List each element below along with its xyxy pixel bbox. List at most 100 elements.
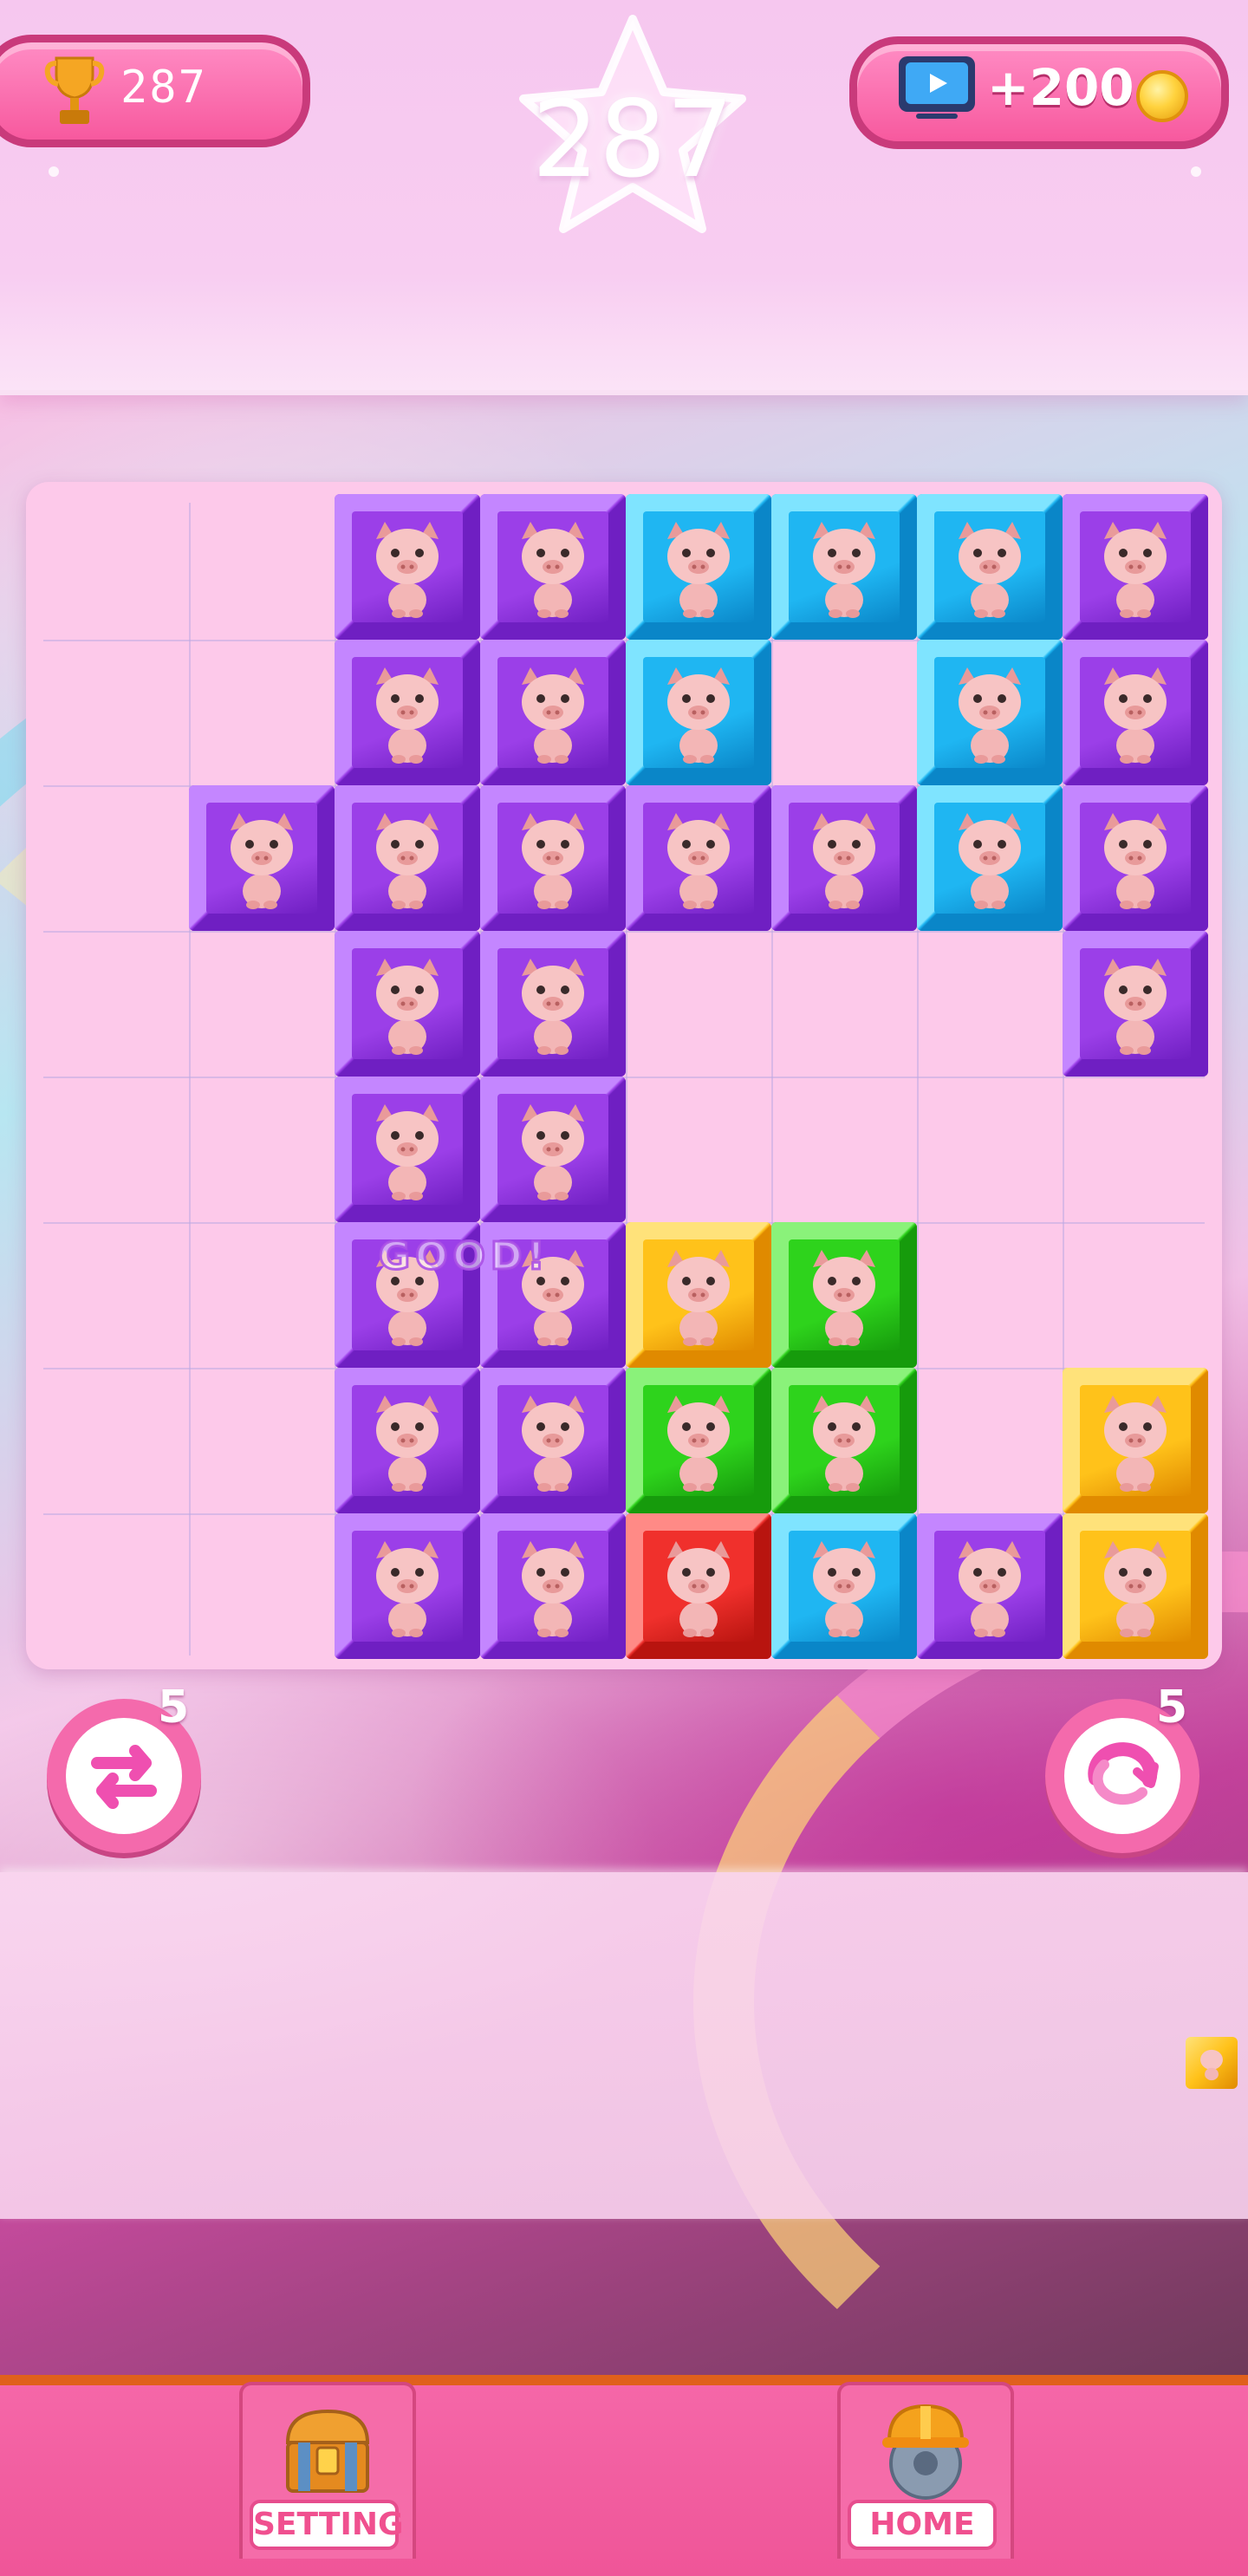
pig-icon [1104,1395,1167,1492]
hardhat-saw-icon [882,2404,969,2500]
block-tile-yellow [1063,1513,1208,1659]
block-tile-blue [626,640,771,785]
block-tile-purple [335,1368,480,1513]
block-tile-purple [917,1513,1063,1659]
piece-tray[interactable] [0,1872,1248,2219]
pig-icon [959,1541,1021,1637]
coin-icon [1136,70,1188,122]
block-tile-purple [335,1513,480,1659]
block-tile-purple [480,931,626,1077]
pig-icon [667,522,730,618]
pig-icon [959,667,1021,764]
pig-icon [522,522,584,618]
block-tile-blue [626,494,771,640]
pig-icon [959,522,1021,618]
pig-icon [959,813,1021,909]
setting-label: SETTING [250,2500,404,2550]
home-button[interactable]: HOME [837,2382,1014,2559]
pig-icon [376,667,439,764]
block-tile-purple [480,494,626,640]
pig-icon [522,959,584,1055]
pig-icon [1104,522,1167,618]
game-board[interactable]: GOOD! [26,482,1222,1669]
block-tile-purple [335,931,480,1077]
top-bar: 287 287 +200 [0,0,1248,395]
pig-icon [522,667,584,764]
reward-amount: +200 [987,58,1134,117]
block-tile-purple [480,640,626,785]
pig-icon [1104,959,1167,1055]
block-tile-green [771,1222,917,1368]
pig-icon [667,1395,730,1492]
score-star: 287 [511,9,754,269]
block-tile-purple [189,785,335,931]
block-tile-purple [335,785,480,931]
combo-text: GOOD! [378,1233,550,1280]
pig-icon [376,1395,439,1492]
block-tile-purple [335,1077,480,1222]
pig-icon [376,959,439,1055]
grid-line [189,503,191,1656]
pig-icon [813,1541,875,1637]
pig-icon [376,813,439,909]
home-label: HOME [848,2500,997,2550]
treasure-chest-icon [285,2409,370,2493]
pig-icon [813,1395,875,1492]
block-tile-blue [917,785,1063,931]
pig-icon [522,813,584,909]
block-tile-blue [771,494,917,640]
bottom-nav [0,2375,1248,2576]
block-tile-purple [335,494,480,640]
rotate-count: 5 [1156,1682,1188,1734]
block-tile-blue [771,1513,917,1659]
setting-button[interactable]: SETTING [239,2382,416,2559]
pig-icon [1104,1541,1167,1637]
pig-icon [667,813,730,909]
block-tile-yellow [1063,1368,1208,1513]
block-tile-purple [480,1368,626,1513]
block-tile-blue [917,494,1063,640]
block-tile-red [626,1513,771,1659]
block-tile-purple [335,640,480,785]
block-tile-purple [480,1077,626,1222]
block-tile-purple [480,785,626,931]
pig-icon [813,522,875,618]
tray-piece[interactable] [1186,2037,1238,2089]
best-score-value: 287 [120,62,207,114]
block-tile-yellow [626,1222,771,1368]
trophy-icon [44,56,105,124]
pig-icon [813,813,875,909]
pig-icon [667,1541,730,1637]
swap-arrows-icon [91,1745,157,1809]
pig-icon [522,1395,584,1492]
block-tile-blue [917,640,1063,785]
block-tile-green [771,1368,917,1513]
swap-count: 5 [158,1682,190,1734]
pig-icon [376,1541,439,1637]
pig-icon [376,522,439,618]
best-score-badge: 287 [0,35,310,147]
block-tile-purple [1063,931,1208,1077]
sparkle [1191,166,1201,177]
block-tile-purple [626,785,771,931]
video-tv-icon [899,56,975,119]
pig-icon [1200,2049,1223,2081]
sparkle [49,166,59,177]
block-tile-green [626,1368,771,1513]
pig-icon [522,1541,584,1637]
pig-icon [376,1104,439,1200]
pig-icon [667,667,730,764]
pig-icon [231,813,293,909]
pig-icon [522,1104,584,1200]
pig-icon [667,1250,730,1346]
rotate-icon [1088,1742,1159,1805]
block-tile-purple [1063,640,1208,785]
block-tile-purple [1063,785,1208,931]
pig-icon [1104,667,1167,764]
block-tile-purple [1063,494,1208,640]
pig-icon [813,1250,875,1346]
pig-icon [1104,813,1167,909]
current-score: 287 [531,78,734,201]
watch-ad-reward-button[interactable]: +200 [849,36,1229,149]
block-tile-purple [480,1513,626,1659]
